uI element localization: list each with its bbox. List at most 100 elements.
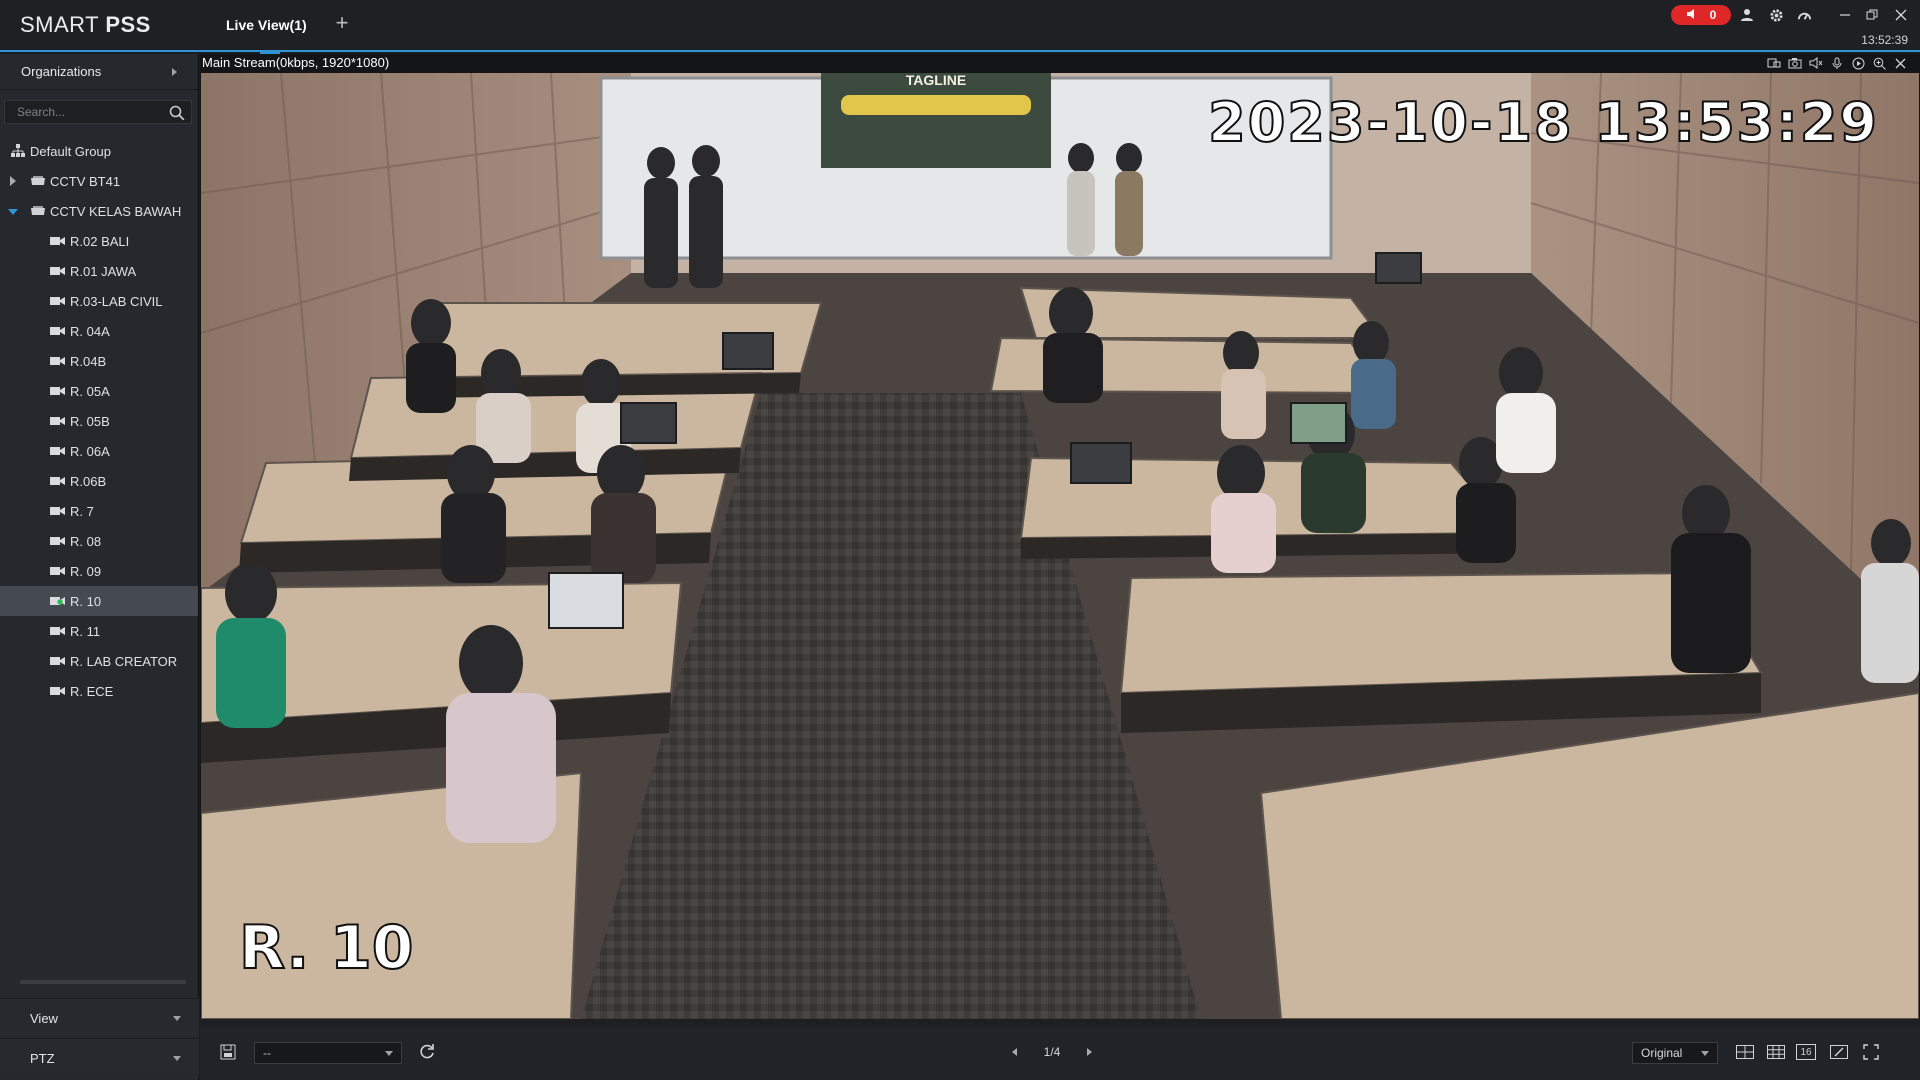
layout-9-icon[interactable] (1765, 1042, 1787, 1062)
layout-16-button[interactable]: 16 (1796, 1044, 1816, 1060)
layout-16-label: 16 (1800, 1046, 1812, 1058)
camera-item[interactable]: R.04B (0, 346, 198, 376)
talk-microphone-icon[interactable] (1829, 56, 1845, 70)
gear-icon[interactable] (1767, 6, 1785, 24)
record-play-icon[interactable] (1850, 56, 1866, 70)
camera-item-label: R.04B (70, 353, 107, 369)
tab-live-view[interactable]: Live View(1) (210, 0, 330, 54)
refresh-icon[interactable] (418, 1042, 438, 1062)
live-view-bottom-bar: -- 1/4 Original 16 (200, 1026, 1920, 1080)
nvr-device-icon (30, 205, 46, 217)
alarm-badge[interactable]: 0 (1671, 5, 1731, 25)
fullscreen-icon[interactable] (1860, 1042, 1882, 1062)
custom-layout-edit-icon[interactable] (1828, 1042, 1850, 1062)
camera-item[interactable]: R. 05A (0, 376, 198, 406)
camera-icon (50, 596, 66, 606)
tree-group-label: CCTV KELAS BAWAH (50, 203, 182, 219)
page-indicator: 1/4 (1043, 1045, 1061, 1059)
window-toolbar (1766, 56, 1908, 70)
close-window-icon[interactable] (1892, 56, 1908, 70)
system-clock: 13:52:39 (1861, 33, 1908, 47)
digital-zoom-icon[interactable] (1871, 56, 1887, 70)
camera-name-overlay: R. 10 (238, 912, 414, 984)
tree-group-cctv-bt41[interactable]: CCTV BT41 (0, 166, 198, 196)
camera-item[interactable]: R.03-LAB CIVIL (0, 286, 198, 316)
prev-page-icon[interactable] (1012, 1048, 1017, 1056)
camera-icon (50, 566, 66, 576)
ptz-panel-toggle[interactable]: PTZ (0, 1038, 199, 1078)
camera-icon (50, 656, 66, 666)
audio-icon[interactable] (1808, 56, 1824, 70)
next-page-icon[interactable] (1087, 1048, 1092, 1056)
device-sidebar: Organizations Default Group CCTV BT41 (0, 54, 199, 1080)
camera-icon (50, 266, 66, 276)
camera-item[interactable]: R. 11 (0, 616, 198, 646)
user-icon[interactable] (1738, 6, 1756, 24)
camera-item[interactable]: R.02 BALI (0, 226, 198, 256)
tree-group-default[interactable]: Default Group (0, 136, 198, 166)
camera-icon (50, 476, 66, 486)
expand-caret-icon[interactable] (10, 176, 16, 186)
add-tab-button[interactable]: + (332, 12, 352, 36)
aspect-ratio-select[interactable]: Original (1632, 1042, 1718, 1064)
camera-item-label: R. 10 (70, 593, 102, 609)
tree-group-cctv-kelas-bawah[interactable]: CCTV KELAS BAWAH (0, 196, 198, 226)
camera-item-label: R. 05A (70, 383, 110, 399)
camera-item[interactable]: R. 7 (0, 496, 198, 526)
chevron-down-icon (385, 1050, 393, 1056)
camera-video-feed[interactable]: TAGLINE 2023-10-18 13:53:29 R. 10 (201, 73, 1919, 1019)
page-navigator: 1/4 (1012, 1042, 1092, 1062)
camera-icon (50, 236, 66, 246)
close-icon[interactable] (1892, 6, 1910, 24)
organizations-label: Organizations (21, 64, 102, 79)
minimize-icon[interactable] (1836, 6, 1854, 24)
nvr-device-icon (30, 175, 46, 187)
chevron-down-icon (1701, 1050, 1709, 1056)
camera-item-label: R. 11 (70, 623, 101, 639)
camera-icon (50, 416, 66, 426)
camera-item[interactable]: R. 09 (0, 556, 198, 586)
camera-list: R.02 BALI R.01 JAWA R.03-LAB CIVIL R. 04A R.… (0, 226, 198, 706)
search-input[interactable] (5, 101, 191, 123)
layout-4-icon[interactable] (1734, 1042, 1756, 1062)
camera-item[interactable]: R.06B (0, 466, 198, 496)
stream-switch-icon[interactable] (1766, 56, 1782, 70)
camera-item-label: R. 06A (70, 443, 110, 459)
performance-gauge-icon[interactable] (1795, 6, 1813, 24)
tab-live-view-label: Live View(1) (226, 17, 307, 33)
camera-item[interactable]: R. 06A (0, 436, 198, 466)
camera-icon (50, 296, 66, 306)
view-label: View (30, 1011, 58, 1026)
camera-item-label: R.02 BALI (70, 233, 130, 249)
camera-item[interactable]: R. LAB CREATOR (0, 646, 198, 676)
camera-icon (50, 536, 66, 546)
view-panel-toggle[interactable]: View (0, 998, 199, 1038)
view-select[interactable]: -- (254, 1042, 402, 1064)
search-icon[interactable] (169, 105, 185, 121)
live-view-pane[interactable]: Main Stream(0kbps, 1920*1080) TAGLINE 20… (200, 54, 1920, 1026)
app-logo: SMART PSS (20, 12, 151, 38)
camera-timestamp-overlay: 2023-10-18 13:53:29 (1207, 90, 1879, 155)
camera-icon (50, 626, 66, 636)
camera-icon (50, 386, 66, 396)
camera-item[interactable]: R. ECE (0, 676, 198, 706)
snapshot-camera-icon[interactable] (1787, 56, 1803, 70)
camera-icon (50, 506, 66, 516)
speaker-icon (1686, 8, 1698, 23)
camera-item-label: R. 05B (70, 413, 110, 429)
camera-item[interactable]: R. 10 (0, 586, 198, 616)
sidebar-scrollbar[interactable] (20, 980, 186, 984)
camera-item[interactable]: R.01 JAWA (0, 256, 198, 286)
save-view-icon[interactable] (220, 1044, 238, 1062)
collapse-caret-icon[interactable] (8, 209, 18, 215)
chevron-down-icon (173, 1056, 181, 1061)
camera-item[interactable]: R. 04A (0, 316, 198, 346)
camera-item-label: R.03-LAB CIVIL (70, 293, 163, 309)
stream-info-label: Main Stream(0kbps, 1920*1080) (202, 55, 390, 70)
camera-item[interactable]: R. 08 (0, 526, 198, 556)
restore-icon[interactable] (1863, 6, 1881, 24)
logo-bold-text: PSS (105, 12, 151, 37)
alarm-count: 0 (1709, 8, 1717, 22)
camera-item[interactable]: R. 05B (0, 406, 198, 436)
organizations-header[interactable]: Organizations (0, 54, 198, 90)
